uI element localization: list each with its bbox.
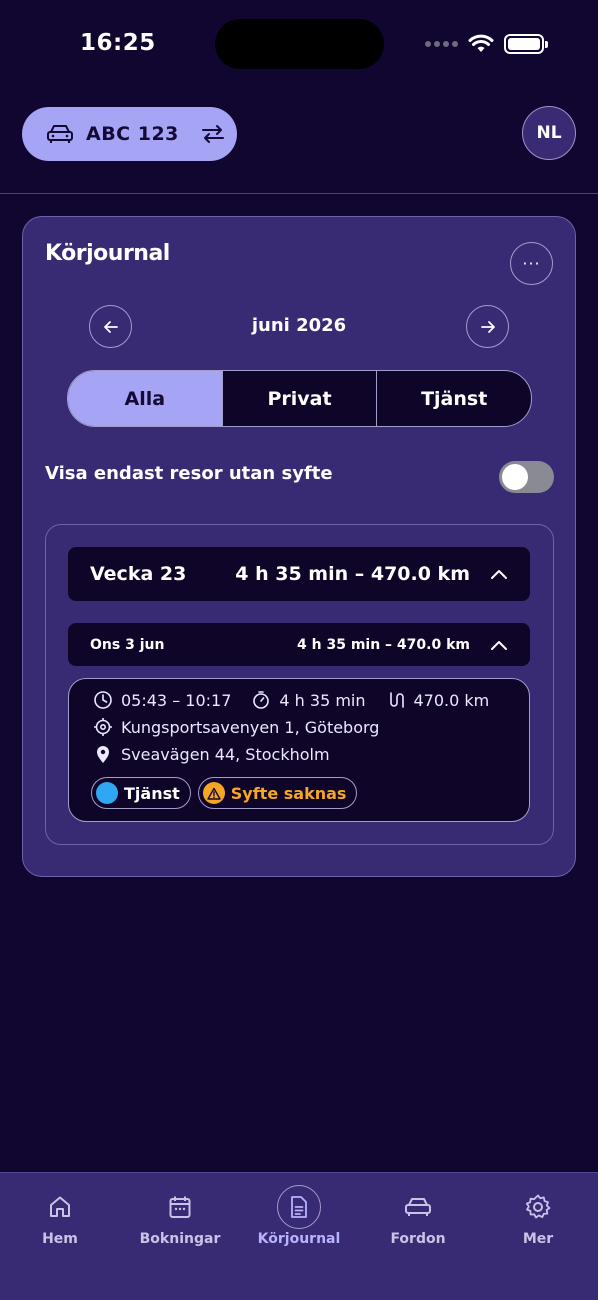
tab-journal-label: Körjournal (257, 1231, 341, 1247)
tab-home-label: Hem (42, 1231, 78, 1247)
toggle-knob (502, 464, 528, 490)
calendar-icon (167, 1191, 193, 1223)
chevron-up-icon (490, 639, 508, 651)
next-month-button[interactable] (466, 305, 509, 348)
more-icon: ··· (522, 254, 541, 273)
document-icon (277, 1185, 321, 1229)
trip-time-range: 05:43 – 10:17 (121, 690, 232, 710)
chevron-up-icon (490, 568, 508, 580)
tab-more[interactable]: Mer (478, 1191, 598, 1247)
trip-type-label: Tjänst (124, 783, 180, 803)
day-title: Ons 3 jun (90, 636, 165, 653)
month-navigator: juni 2026 (89, 305, 509, 349)
signal-icon (425, 41, 458, 47)
tab-more-label: Mer (522, 1231, 554, 1247)
trip-to: Sveavägen 44, Stockholm (121, 744, 330, 764)
trip-distance: 470.0 km (413, 690, 490, 710)
map-pin-icon (97, 746, 109, 763)
vehicle-plate: ABC 123 (86, 123, 179, 145)
tab-vehicles-label: Fordon (390, 1231, 446, 1247)
toggle-label: Visa endast resor utan syfte (45, 463, 333, 484)
card-title: Körjournal (45, 241, 170, 266)
tab-bar: Hem Bokningar Körjournal Fordon Mer (0, 1172, 598, 1300)
trip-badges: Tjänst Syfte saknas (91, 777, 358, 809)
week-group: Vecka 23 4 h 35 min – 470.0 km Ons 3 jun… (45, 524, 554, 845)
trip-from: Kungsportsavenyen 1, Göteborg (121, 717, 380, 737)
status-bar: 16:25 (0, 0, 598, 90)
home-icon (47, 1191, 73, 1223)
tab-bookings[interactable]: Bokningar (120, 1191, 240, 1247)
avatar[interactable]: NL (522, 106, 576, 160)
header-divider (0, 193, 598, 194)
location-target-icon (94, 718, 112, 736)
filter-private[interactable]: Privat (223, 371, 378, 426)
status-time: 16:25 (80, 30, 156, 56)
stopwatch-icon (253, 691, 270, 709)
trip-duration: 4 h 35 min (279, 690, 366, 710)
car-icon (47, 125, 73, 143)
tab-bookings-label: Bokningar (139, 1231, 221, 1247)
day-summary: 4 h 35 min – 470.0 km (297, 636, 470, 653)
day-header[interactable]: Ons 3 jun 4 h 35 min – 470.0 km (68, 623, 530, 666)
swap-icon (199, 123, 227, 145)
wifi-icon (468, 34, 494, 52)
trip-to-row: Sveavägen 44, Stockholm (93, 744, 330, 764)
tab-journal[interactable]: Körjournal (239, 1185, 359, 1247)
missing-purpose-toggle-row: Visa endast resor utan syfte (45, 461, 555, 493)
journal-card: Körjournal ··· juni 2026 Alla Privat Tjä… (22, 216, 576, 877)
avatar-initials: NL (536, 123, 562, 143)
missing-purpose-label: Syfte saknas (230, 783, 347, 803)
dynamic-island (215, 19, 384, 69)
tab-vehicles[interactable]: Fordon (358, 1191, 478, 1247)
arrow-right-icon (480, 320, 495, 333)
trip-type-badge[interactable]: Tjänst (91, 777, 191, 809)
trip-from-row: Kungsportsavenyen 1, Göteborg (93, 717, 379, 737)
more-options-button[interactable]: ··· (510, 242, 553, 285)
filter-service[interactable]: Tjänst (377, 371, 531, 426)
filter-all[interactable]: Alla (68, 371, 223, 426)
gear-icon (524, 1191, 552, 1223)
trip-filter-segmented: Alla Privat Tjänst (67, 370, 532, 427)
missing-purpose-toggle[interactable] (499, 461, 554, 493)
vehicle-switcher-button[interactable]: ABC 123 (22, 107, 237, 161)
week-header[interactable]: Vecka 23 4 h 35 min – 470.0 km (68, 547, 530, 601)
route-icon (389, 692, 404, 708)
trip-meta-row: 05:43 – 10:17 4 h 35 min 470.0 km (93, 690, 501, 710)
car-icon (404, 1191, 432, 1223)
tab-home[interactable]: Hem (0, 1191, 120, 1247)
service-dot-icon (96, 782, 118, 804)
week-summary: 4 h 35 min – 470.0 km (235, 563, 470, 585)
battery-icon (504, 34, 548, 54)
trip-card[interactable]: 05:43 – 10:17 4 h 35 min 470.0 km Kungsp… (68, 678, 530, 822)
missing-purpose-badge[interactable]: Syfte saknas (197, 777, 358, 809)
week-title: Vecka 23 (90, 563, 187, 585)
status-icons (425, 32, 548, 56)
clock-icon (94, 691, 112, 709)
month-label: juni 2026 (251, 315, 347, 336)
warning-icon (202, 782, 225, 804)
